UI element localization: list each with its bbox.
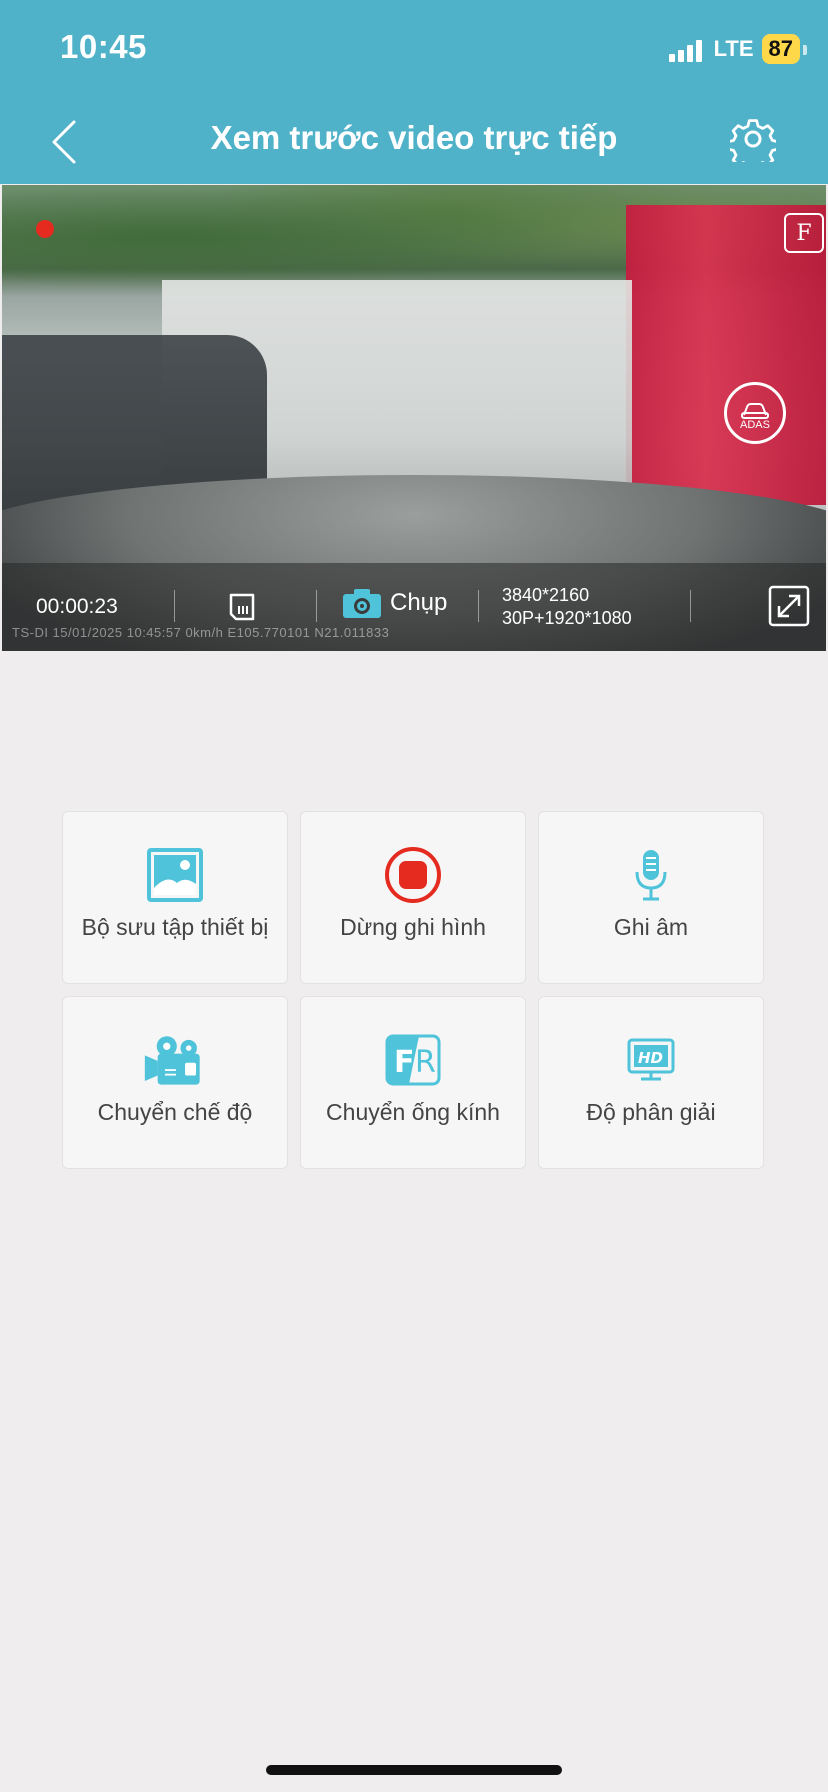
resolution-line-2: 30P+1920*1080 [502,608,632,628]
camera-icon [343,589,381,618]
front-rear-lens-icon: F R [381,1031,445,1089]
resolution-label: Độ phân giải [586,1099,716,1125]
battery-icon: 87 [761,34,808,64]
switch-lens-label: Chuyển ống kính [326,1099,500,1125]
adas-label: ADAS [740,419,770,431]
audio-record-button[interactable]: Ghi âm [538,811,764,984]
recording-indicator-icon [36,220,54,238]
resolution-line-1: 3840*2160 [502,585,590,605]
svg-text:R: R [415,1045,436,1080]
fullscreen-button[interactable] [768,585,810,627]
app-header: 10:45 LTE 87 Xem trước video trực tiếp [0,0,828,184]
status-time: 10:45 [60,28,147,65]
status-icons: LTE 87 [668,34,808,64]
sd-card-button[interactable] [227,592,257,622]
switch-lens-button[interactable]: F R Chuyển ống kính [300,996,526,1169]
video-watermark: TS-DI 15/01/2025 10:45:57 0km/h E105.770… [12,625,390,640]
sd-card-icon [229,593,255,621]
expand-icon [768,585,810,627]
gallery-label: Bộ sưu tập thiết bị [81,914,269,940]
resolution-readout[interactable]: 3840*2160 30P+1920*1080 [502,584,632,630]
svg-text:HD: HD [638,1049,663,1067]
switch-mode-button[interactable]: Chuyển chế độ [62,996,288,1169]
video-control-bar: 00:00:23 TS-DI 15/01/2025 10:45:57 0km/h… [2,563,826,651]
page-title: Xem trước video trực tiếp [210,119,618,156]
capture-button[interactable]: Chụp [342,587,447,619]
microphone-icon [619,846,683,904]
stop-recording-label: Dừng ghi hình [340,914,486,940]
switch-mode-label: Chuyển chế độ [97,1099,253,1125]
lens-badge: F [784,213,824,253]
svg-text:F: F [394,1045,415,1080]
live-video-preview[interactable]: F ADAS 00:00:23 TS-DI 15/01/2025 10:45:5… [2,185,826,651]
settings-button[interactable] [726,116,780,172]
gallery-icon [143,846,207,904]
network-type: LTE [713,36,754,61]
audio-record-label: Ghi âm [613,914,689,940]
adas-icon[interactable]: ADAS [724,382,786,444]
capture-label: Chụp [390,589,448,616]
stop-record-icon [381,846,445,904]
signal-icon [668,36,702,62]
recording-timer: 00:00:23 [36,595,118,618]
gear-icon [726,119,780,172]
home-indicator[interactable] [266,1765,562,1775]
stop-recording-button[interactable]: Dừng ghi hình [300,811,526,984]
resolution-button[interactable]: HD Độ phân giải [538,996,764,1169]
video-camera-icon [143,1031,207,1089]
hd-resolution-icon: HD [619,1031,683,1089]
gallery-button[interactable]: Bộ sưu tập thiết bị [62,811,288,984]
